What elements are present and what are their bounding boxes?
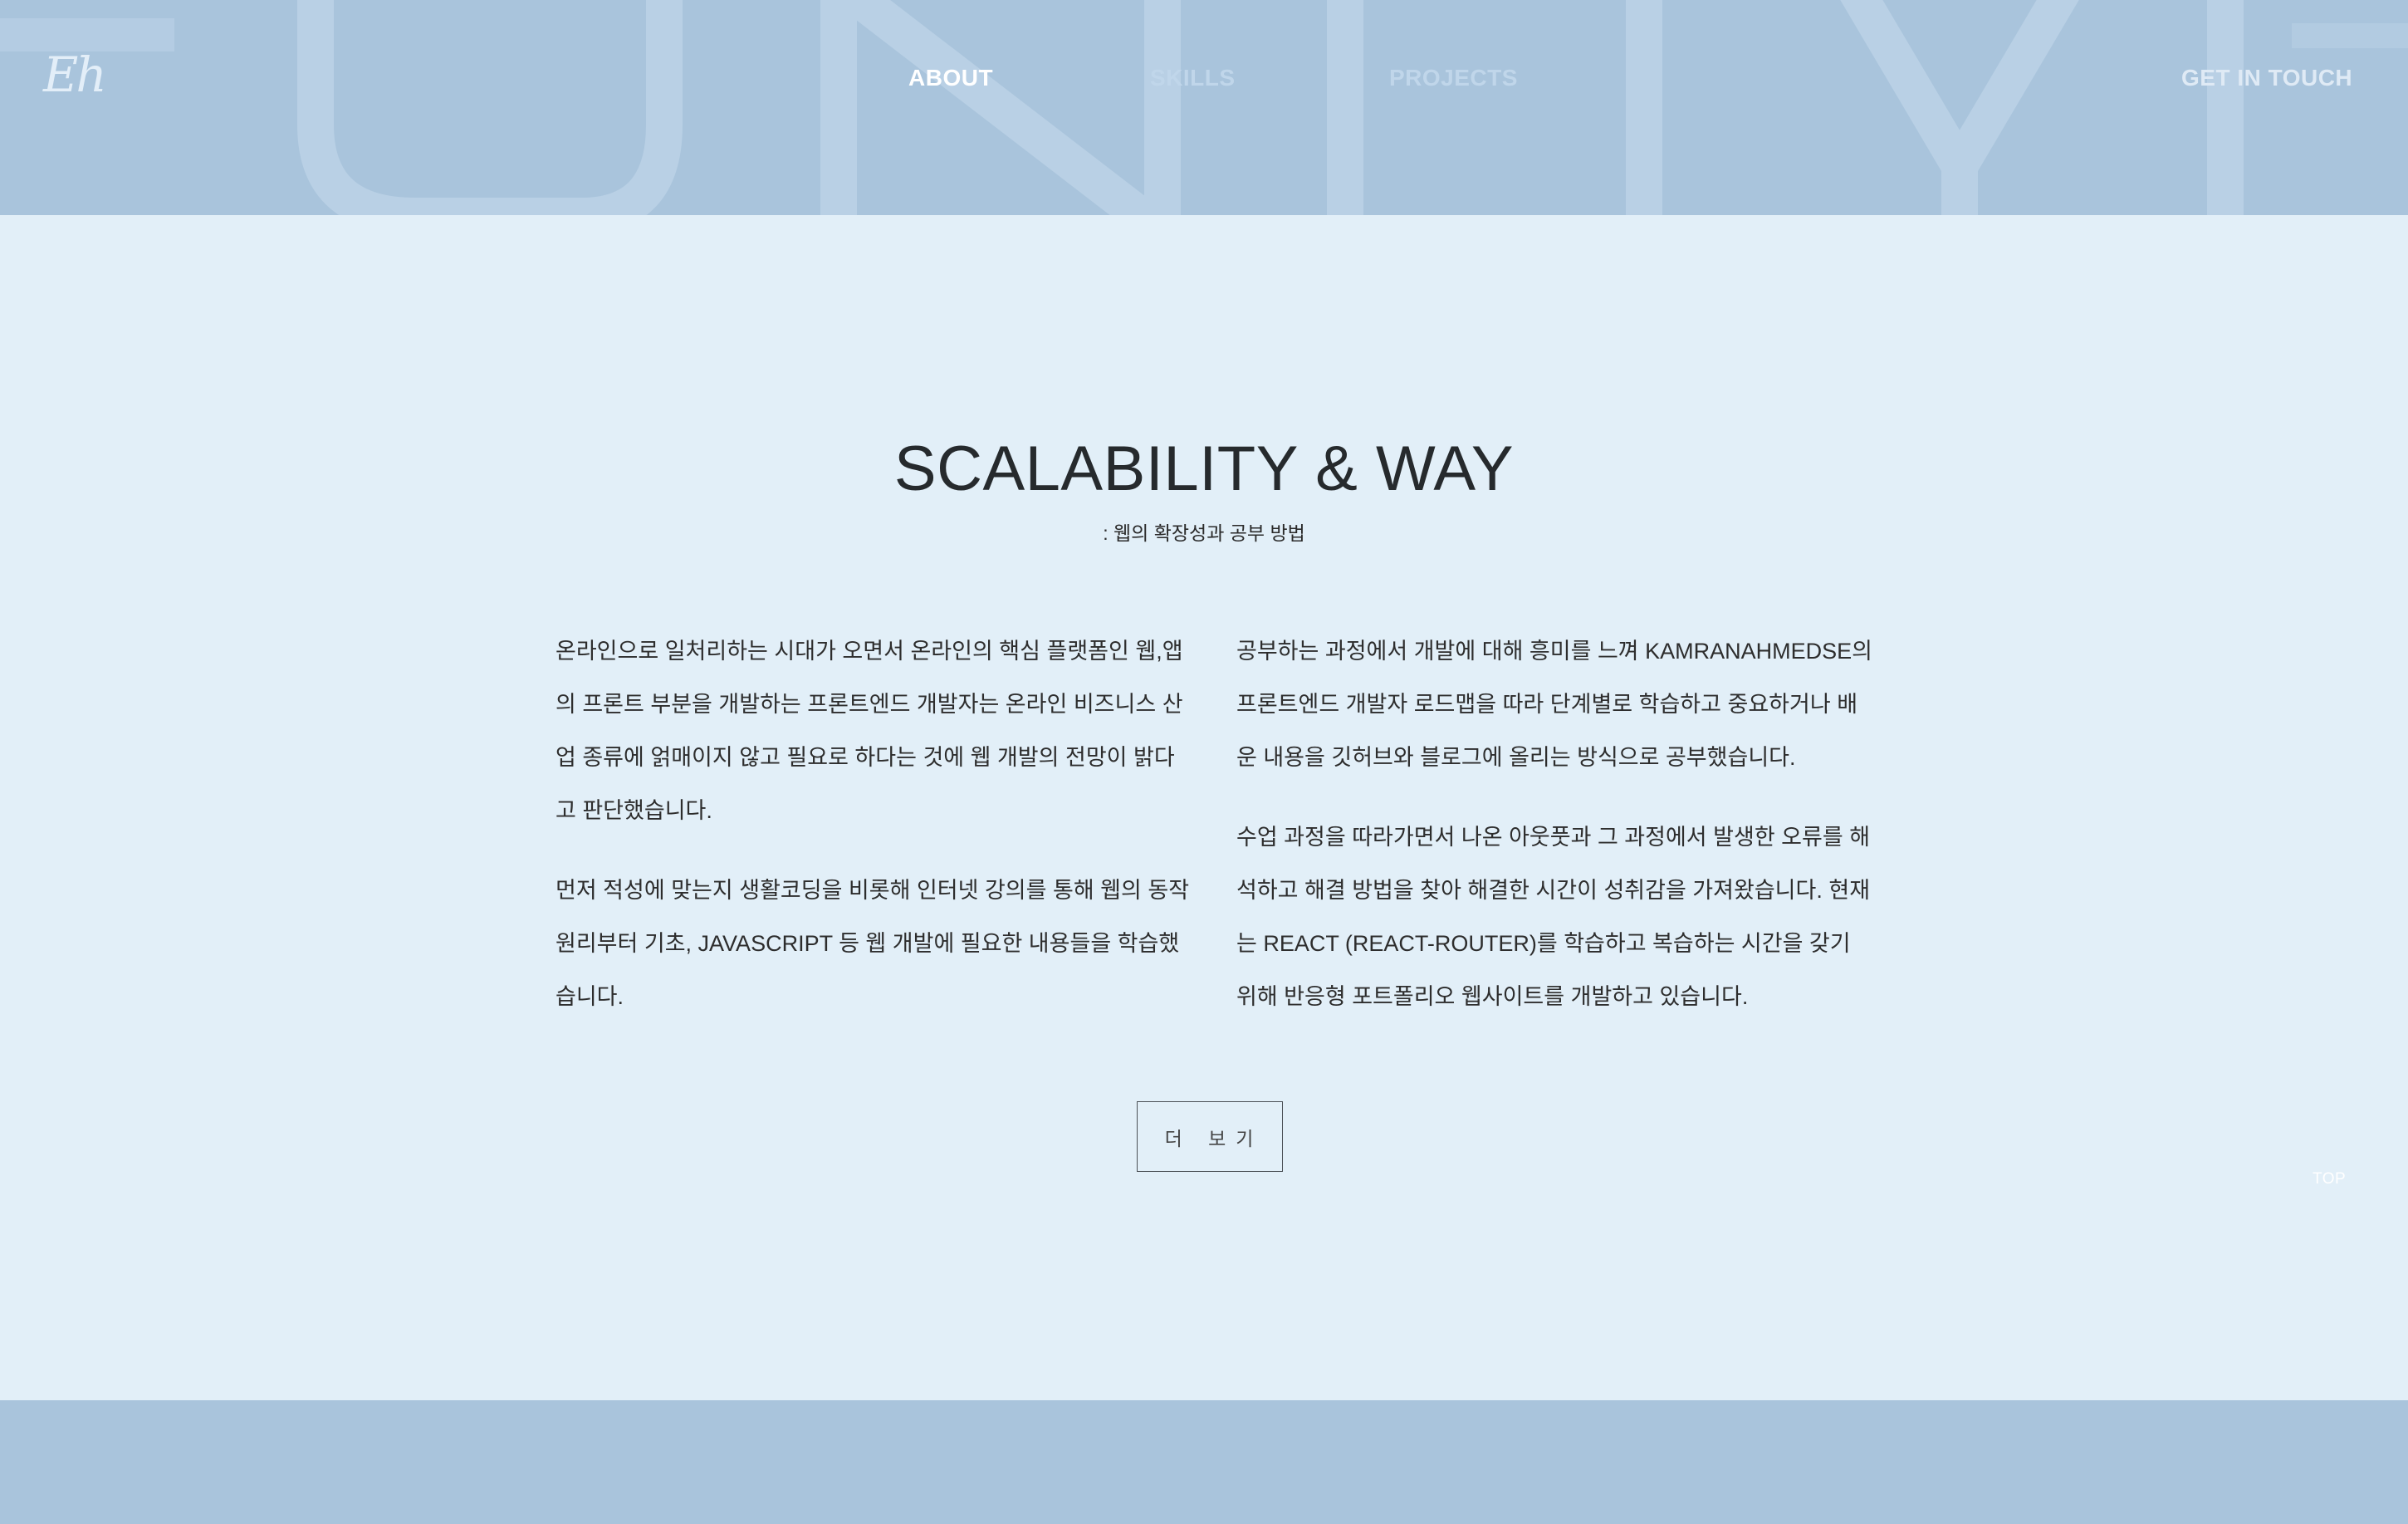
section-title: SCALABILITY & WAY <box>893 434 1515 504</box>
right-text-column: 공부하는 과정에서 개발에 대해 흥미를 느껴 KAMRANAHMEDSE의 프… <box>1236 625 1876 1023</box>
paragraph: 먼저 적성에 맞는지 생활코딩을 비롯해 인터넷 강의를 통해 웹의 동작 원리… <box>556 878 1190 1009</box>
paragraph: 수업 과정을 따라가면서 나온 아웃풋과 그 과정에서 발생한 오류를 해석하고… <box>1236 825 1871 1009</box>
nav-get-in-touch[interactable]: GET IN TOUCH <box>2181 65 2352 91</box>
scroll-to-top-link[interactable]: TOP <box>2313 1170 2346 1188</box>
about-section: SCALABILITY & WAY : 웹의 확장성과 공부 방법 온라인으로 … <box>0 215 2408 1400</box>
left-text-column: 온라인으로 일처리하는 시대가 오면서 온라인의 핵심 플랫폼인 웹,앱의 프론… <box>556 625 1195 1023</box>
header-background-lettering <box>0 0 2408 215</box>
nav-projects[interactable]: PROJECTS <box>1389 65 1518 91</box>
see-more-button[interactable]: 더 보기 <box>1137 1101 1283 1172</box>
paragraph: 온라인으로 일처리하는 시대가 오면서 온라인의 핵심 플랫폼인 웹,앱의 프론… <box>556 639 1183 823</box>
nav-skills[interactable]: SKILLS <box>1150 65 1236 91</box>
paragraph: 공부하는 과정에서 개발에 대해 흥미를 느껴 KAMRANAHMEDSE의 프… <box>1236 639 1873 770</box>
site-header: Eh ABOUT SKILLS PROJECTS GET IN TOUCH <box>0 0 2408 215</box>
site-logo[interactable]: Eh <box>43 47 107 103</box>
section-subtitle: : 웹의 확장성과 공부 방법 <box>1103 522 1305 544</box>
nav-about[interactable]: ABOUT <box>908 65 993 91</box>
footer-band <box>0 1400 2408 1524</box>
